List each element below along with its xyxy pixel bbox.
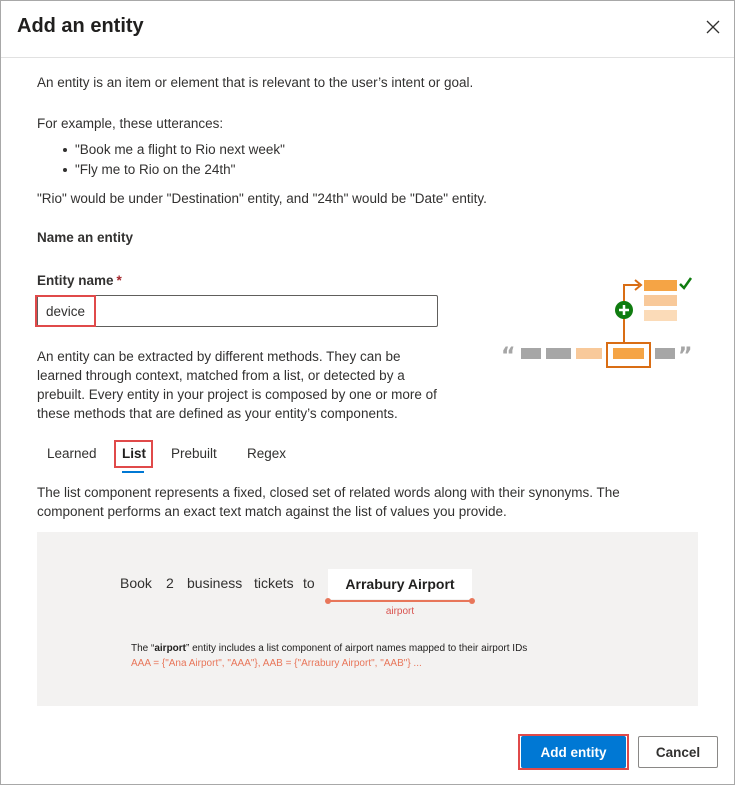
list-row-icon	[644, 310, 677, 321]
entity-name-input[interactable]	[46, 296, 426, 326]
entity-name-label: Entity name *	[37, 273, 122, 288]
close-button[interactable]	[701, 15, 725, 39]
list-row-icon	[644, 280, 677, 291]
add-entity-button[interactable]: Add entity	[521, 736, 626, 768]
tab-selected-indicator	[122, 471, 144, 473]
tab-list[interactable]: List	[122, 446, 146, 461]
example-word: Book	[120, 575, 152, 591]
example-utterance: "Book me a flight to Rio next week"	[63, 140, 285, 160]
entity-name-field[interactable]	[37, 295, 438, 327]
header-divider	[1, 57, 734, 58]
example-word: business	[187, 575, 243, 591]
cancel-button[interactable]: Cancel	[638, 736, 718, 768]
list-row-icon	[644, 295, 677, 306]
list-description: The list component represents a fixed, c…	[37, 485, 620, 519]
checkmark-icon	[679, 277, 693, 290]
entity-underline	[325, 598, 475, 604]
token-icon	[655, 348, 675, 359]
example-word: tickets	[254, 575, 294, 591]
entity-tag: airport	[385, 606, 415, 617]
tab-prebuilt[interactable]: Prebuilt	[171, 446, 217, 461]
example-word: to	[303, 575, 315, 591]
example-entity-text: Arrabury Airport	[328, 569, 472, 599]
entity-name-label-text: Entity name	[37, 273, 114, 288]
example-list: "Book me a flight to Rio next week" "Fly…	[63, 140, 285, 180]
note-suffix: ” entity includes a list component of ai…	[186, 643, 528, 654]
note-prefix: The “	[131, 643, 155, 654]
token-icon	[546, 348, 571, 359]
required-marker: *	[116, 273, 122, 288]
tab-regex[interactable]: Regex	[247, 446, 286, 461]
example-lead: For example, these utterances:	[37, 116, 224, 131]
example-utterance: "Fly me to Rio on the 24th"	[63, 160, 285, 180]
note-entity: airport	[154, 643, 187, 654]
entity-explanation: "Rio" would be under "Destination" entit…	[37, 191, 487, 206]
example-panel	[37, 532, 698, 706]
add-entity-dialog: Add an entity An entity is an item or el…	[0, 0, 735, 785]
example-word: 2	[166, 575, 174, 591]
open-quote-icon: “	[501, 344, 515, 369]
close-quote-icon: ”	[678, 344, 692, 369]
list-component-note: The “airport” entity includes a list com…	[131, 643, 527, 654]
list-values-note: AAA = {"Ana Airport", "AAA"}, AAB = {"Ar…	[131, 658, 422, 669]
section-heading: Name an entity	[37, 230, 134, 245]
token-icon	[576, 348, 602, 359]
token-icon	[521, 348, 541, 359]
entity-definition: An entity is an item or element that is …	[37, 75, 474, 90]
token-icon	[613, 348, 644, 359]
tab-learned[interactable]: Learned	[47, 446, 97, 461]
methods-description: An entity can be extracted by different …	[37, 349, 437, 421]
entity-extraction-illustration: “ ”	[501, 277, 693, 369]
dialog-title: Add an entity	[17, 15, 144, 37]
close-icon	[706, 20, 720, 34]
